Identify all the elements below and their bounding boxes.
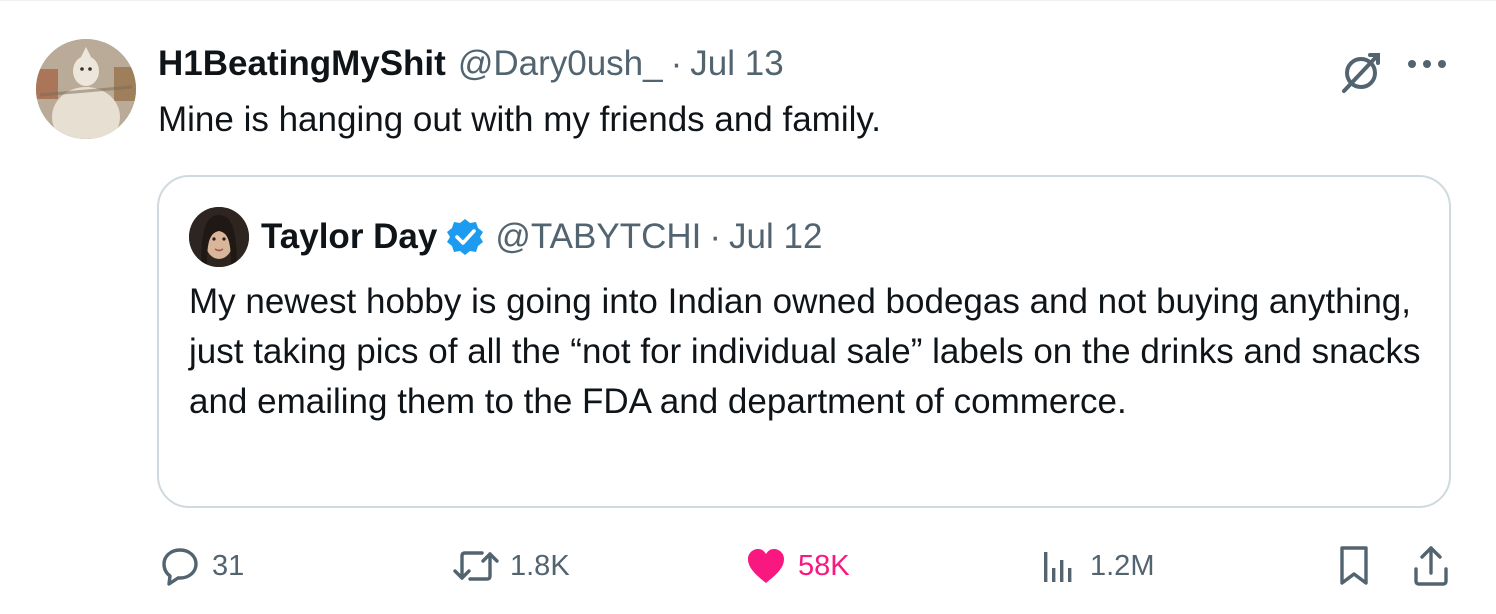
header-separator: · <box>670 44 683 83</box>
tweet-text: Mine is hanging out with my friends and … <box>158 100 882 139</box>
reply-icon <box>162 548 198 586</box>
like-count: 58K <box>798 549 850 582</box>
grok-icon[interactable] <box>1336 47 1386 97</box>
quoted-tweet-date[interactable]: Jul 12 <box>729 215 822 259</box>
repost-count: 1.8K <box>510 549 570 582</box>
quoted-header-separator: · <box>709 217 722 256</box>
share-icon <box>1414 546 1448 586</box>
repost-icon <box>453 551 499 581</box>
author-handle[interactable]: @Dary0ush_ <box>458 41 663 87</box>
bookmark-icon <box>1340 546 1368 585</box>
tweet-actions-bar: 31 1.8K 58K 1.2M <box>0 541 1496 591</box>
reply-button[interactable]: 31 <box>158 541 244 591</box>
verified-badge-icon <box>447 219 484 255</box>
quoted-tweet-header: Taylor Day @TABYTCHI · Jul 12 <box>261 215 822 259</box>
tweet-date[interactable]: Jul 13 <box>690 41 783 87</box>
quoted-author-avatar[interactable] <box>189 207 249 267</box>
tweet-header: H1BeatingMyShit @Dary0ush_ · Jul 13 <box>158 41 784 87</box>
tweet[interactable]: H1BeatingMyShit @Dary0ush_ · Jul 13 Mine… <box>0 0 1496 614</box>
reply-count: 31 <box>212 549 245 582</box>
share-button[interactable] <box>1410 541 1452 591</box>
repost-button[interactable]: 1.8K <box>452 541 570 591</box>
quoted-author-display-name[interactable]: Taylor Day <box>261 215 437 259</box>
more-icon[interactable] <box>1404 53 1450 75</box>
like-button[interactable]: 58K <box>744 541 850 591</box>
author-display-name[interactable]: H1BeatingMyShit <box>158 41 446 87</box>
heart-icon <box>748 549 784 583</box>
views-chart-icon <box>1044 552 1072 582</box>
quoted-tweet[interactable]: Taylor Day @TABYTCHI · Jul 12 My newest … <box>157 175 1451 508</box>
views-count: 1.2M <box>1090 549 1155 582</box>
quoted-author-handle[interactable]: @TABYTCHI <box>495 215 701 259</box>
quoted-tweet-text: My newest hobby is going into Indian own… <box>189 282 1421 421</box>
author-avatar[interactable] <box>36 39 136 139</box>
bookmark-button[interactable] <box>1334 541 1374 591</box>
views-button[interactable]: 1.2M <box>1038 541 1154 591</box>
